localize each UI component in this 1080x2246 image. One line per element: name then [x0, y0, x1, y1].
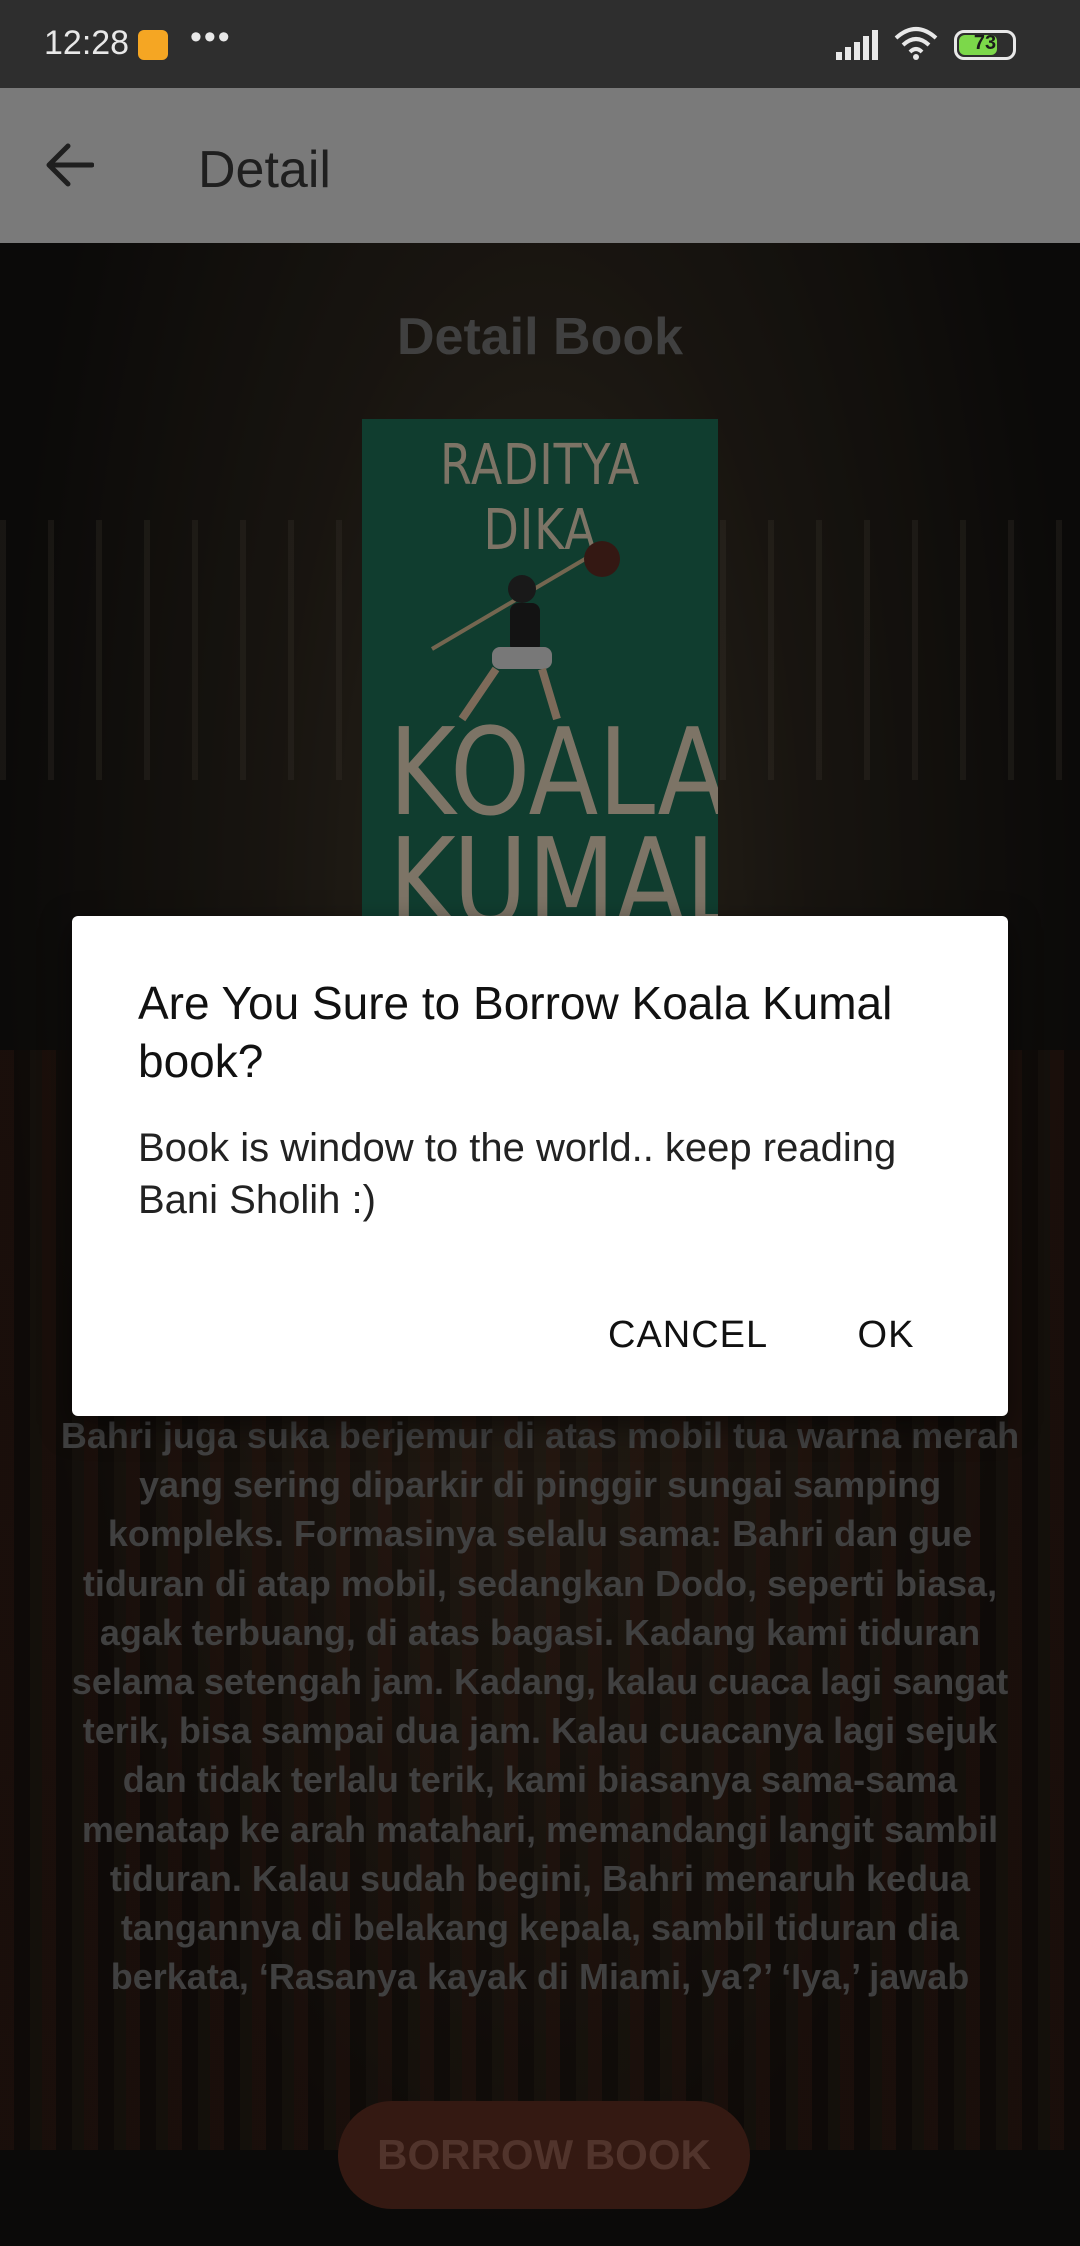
cancel-button[interactable]: CANCEL [602, 1300, 768, 1370]
status-time: 12:28 [44, 24, 130, 62]
battery-level: 73 [973, 32, 997, 54]
more-notifications-icon: ••• [190, 18, 232, 56]
battery-icon: 73 [954, 30, 1016, 60]
wifi-icon [894, 27, 938, 60]
app-bar: Detail [0, 88, 1080, 243]
ok-button[interactable]: OK [846, 1300, 926, 1370]
confirm-borrow-dialog: Are You Sure to Borrow Koala Kumal book?… [72, 916, 1008, 1416]
notification-icon [138, 30, 168, 60]
page-title: Detail [198, 141, 331, 199]
dialog-title: Are You Sure to Borrow Koala Kumal book? [138, 977, 893, 1087]
dialog-message: Book is window to the world.. keep readi… [138, 1126, 897, 1222]
signal-icon [836, 30, 878, 60]
arrow-left-icon[interactable] [44, 142, 94, 188]
status-bar: 12:28 ••• 73 [0, 0, 1080, 88]
